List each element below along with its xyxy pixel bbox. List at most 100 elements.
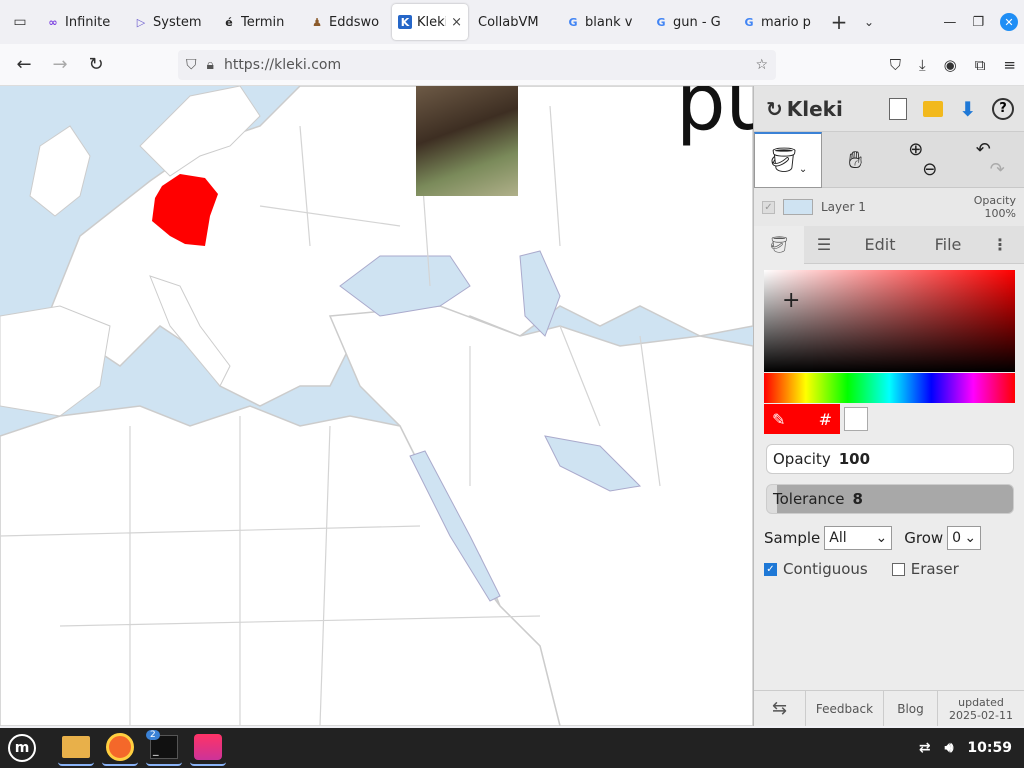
undo-icon[interactable]: ↶ (976, 139, 991, 160)
maximize-icon[interactable]: ❐ (972, 15, 984, 30)
tab-eddsworld[interactable]: ♟ Eddswo (304, 4, 388, 40)
chevron-down-icon: ⌄ (875, 530, 888, 546)
hue-slider[interactable] (764, 373, 1015, 403)
toolbar-icons: ⛉ ⤓ ◉ ⧉ ≡ (890, 44, 1016, 86)
mint-menu-icon[interactable]: m (4, 730, 40, 766)
eraser-checkbox[interactable] (891, 562, 905, 576)
close-window-icon[interactable]: ✕ (1000, 13, 1018, 31)
brush-settings-tab[interactable]: 🪣︎ (754, 225, 804, 264)
chevron-down-icon: ⌄ (964, 530, 977, 546)
logo-text: Kleki (786, 96, 843, 121)
tab-infinite[interactable]: ∞ Infinite (40, 4, 124, 40)
drawing-canvas[interactable]: pu (0, 86, 753, 726)
file-tab[interactable]: File (916, 235, 980, 254)
new-image-icon[interactable] (889, 97, 908, 120)
extensions-icon[interactable]: ⧉ (975, 56, 986, 74)
grow-value: 0 (952, 530, 962, 546)
window-controls: — ❐ ✕ (943, 13, 1024, 31)
fill-options: Sample All ⌄ Grow 0 ⌄ (764, 526, 982, 550)
eraser-option[interactable]: Eraser (891, 560, 959, 578)
paint-bucket-tool-icon[interactable]: 🪣︎ ⌄ (754, 131, 822, 188)
account-icon[interactable]: ◉ (944, 56, 957, 74)
opacity-slider[interactable]: Opacity 100 (766, 444, 1014, 474)
google-favicon-icon: G (744, 15, 754, 29)
tool-row: 🪣︎ ⌄ ✋︎ ⊕ ⊖ ↶ ↷ (754, 131, 1024, 188)
tab-collabvm[interactable]: CollabVM (472, 4, 556, 40)
firefox-icon[interactable] (102, 730, 138, 766)
redo-icon[interactable]: ↷ (990, 159, 1005, 180)
zoom-out-icon[interactable]: ⊖ (922, 159, 937, 180)
panel-footer: ⇆ Feedback Blog updated 2025-02-11 (754, 690, 1024, 726)
blog-link[interactable]: Blog (884, 691, 938, 726)
chevron-down-icon[interactable]: ⌄ (854, 15, 884, 29)
lock-icon[interactable]: 🔒︎ (207, 57, 214, 73)
terminal-icon[interactable]: _ 2 (146, 730, 182, 766)
bookmark-star-icon[interactable]: ☆ (755, 57, 768, 73)
primary-color-swatch[interactable]: ✎ # (764, 404, 840, 434)
menu-icon[interactable]: ≡ (1003, 56, 1016, 74)
updated-info[interactable]: updated 2025-02-11 (938, 691, 1024, 726)
edit-tab[interactable]: Edit (844, 235, 916, 254)
tab-blank[interactable]: Gblank v (560, 4, 644, 40)
layer-visible-checkbox[interactable]: ✓ (762, 200, 775, 214)
eyedropper-icon[interactable]: ✎ (772, 410, 785, 429)
download-icon[interactable]: ⤓ (919, 56, 926, 74)
tab-label: Termin (241, 14, 285, 30)
play-favicon-icon: ▷ (136, 15, 146, 29)
color-picker-area[interactable]: + (764, 270, 1015, 372)
sample-select[interactable]: All ⌄ (824, 526, 893, 550)
new-tab-icon[interactable]: + (824, 10, 854, 34)
tab-label: System (153, 14, 202, 30)
tab-system[interactable]: ▷ System (128, 4, 212, 40)
grow-select[interactable]: 0 ⌄ (947, 526, 982, 550)
secondary-color-swatch[interactable] (844, 407, 868, 431)
tab-label: Eddswo (329, 14, 380, 30)
feedback-link[interactable]: Feedback (806, 691, 884, 726)
swap-sides-icon[interactable]: ⇆ (754, 691, 806, 726)
layers-tab-icon[interactable]: ☰ (804, 235, 844, 254)
zoom-in-icon[interactable]: ⊕ (908, 139, 923, 160)
url-bar[interactable]: ⛉ 🔒︎ https://kleki.com ☆ (178, 50, 776, 80)
contiguous-checkbox[interactable]: ✓ (764, 562, 777, 576)
open-folder-icon[interactable] (923, 100, 944, 117)
pocket-icon[interactable]: ⛉ (890, 56, 901, 74)
panel-menu: 🪣︎ ☰ Edit File ⋮ (754, 225, 1024, 264)
sample-value: All (829, 530, 847, 546)
forward-icon[interactable]: → (42, 54, 78, 75)
layer-preview-row[interactable]: ✓ Layer 1 Opacity 100% (754, 188, 1024, 226)
contiguous-option[interactable]: ✓ Contiguous (764, 560, 868, 578)
kleki-logo-icon: ↻ (766, 96, 783, 121)
tab-kleki[interactable]: K Kleki × (392, 4, 468, 40)
contiguous-label: Contiguous (783, 560, 868, 578)
url-text[interactable]: https://kleki.com (224, 57, 745, 73)
tolerance-slider[interactable]: Tolerance 8 (766, 484, 1014, 514)
tab-bar: ▭ ∞ Infinite ▷ System é Termin ♟ Eddswo K Kle… (0, 0, 1024, 44)
close-tab-icon[interactable]: × (451, 15, 462, 30)
kleki-toolspace: ↻ Kleki ⬇ ? 🪣︎ ⌄ ✋︎ ⊕ ⊖ ↶ ↷ ✓ Layer 1 Opacit… (753, 86, 1024, 726)
more-options-icon[interactable]: ⋮ (980, 235, 1020, 254)
tab-mario[interactable]: Gmario p (736, 4, 820, 40)
volume-icon[interactable]: 🔊︎ (945, 740, 954, 756)
network-icon[interactable]: ⇄ (919, 740, 931, 756)
hand-tool-icon[interactable]: ✋︎ (822, 132, 889, 188)
shield-icon[interactable]: ⛉ (186, 57, 197, 73)
kleki-logo[interactable]: ↻ Kleki (766, 97, 843, 121)
tab-terminal[interactable]: é Termin (216, 4, 300, 40)
clock[interactable]: 10:59 (967, 740, 1012, 756)
image-viewer-icon[interactable] (190, 730, 226, 766)
reload-icon[interactable]: ↻ (78, 54, 114, 75)
map-drawing (0, 86, 753, 726)
back-icon[interactable]: ← (6, 54, 42, 75)
files-icon[interactable] (58, 730, 94, 766)
hex-input-button[interactable]: # (819, 410, 832, 429)
minimize-icon[interactable]: — (943, 15, 956, 30)
tab-list-icon[interactable]: ▭ (0, 0, 40, 44)
layer-thumbnail (783, 199, 813, 215)
save-download-icon[interactable]: ⬇ (959, 97, 976, 121)
picker-crosshair-icon[interactable]: + (782, 288, 800, 313)
tab-gun[interactable]: Ggun - G (648, 4, 732, 40)
system-tray: ⇄ 🔊︎ 10:59 (919, 740, 1024, 756)
pasted-photo (416, 86, 518, 196)
canvas-text: pu (676, 86, 753, 148)
help-icon[interactable]: ? (992, 97, 1014, 120)
